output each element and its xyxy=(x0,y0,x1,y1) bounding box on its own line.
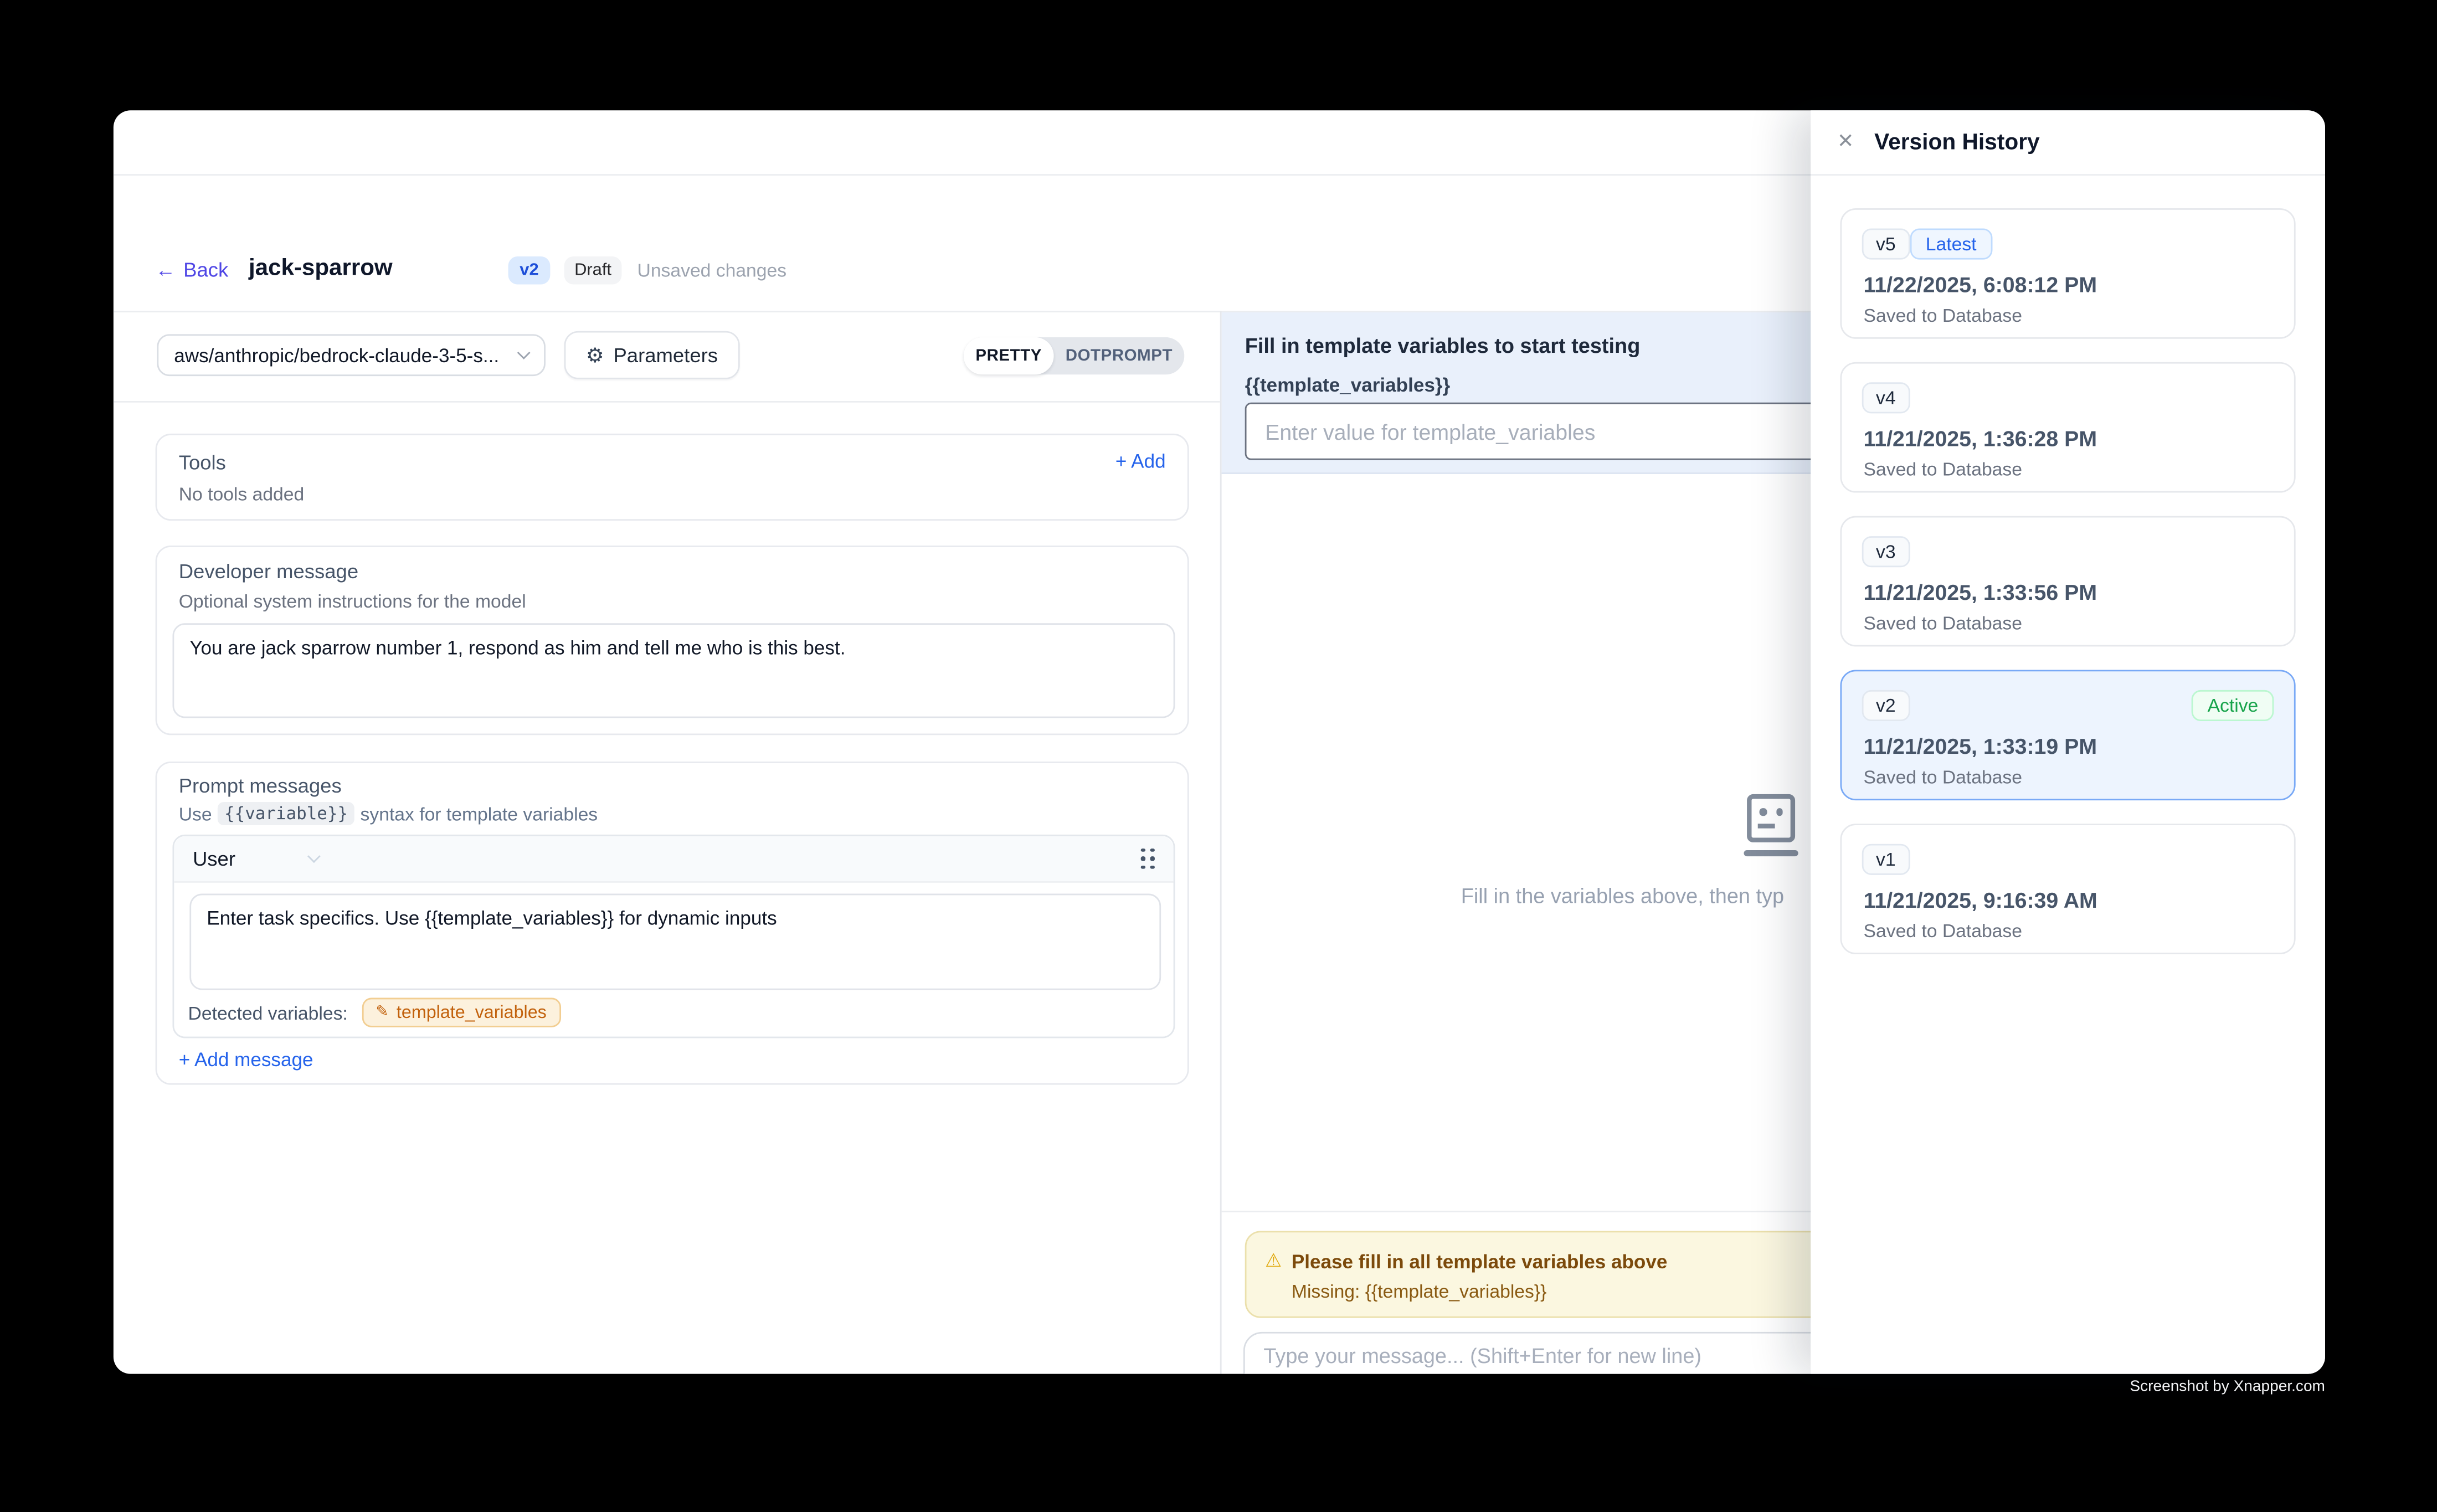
warning-triangle-icon: ⚠ xyxy=(1265,1249,1282,1271)
parameters-button[interactable]: ⚙ Parameters xyxy=(564,331,740,379)
toggle-pretty[interactable]: PRETTY xyxy=(964,337,1054,374)
robot-icon-base xyxy=(1744,850,1798,856)
format-toggle: PRETTY DOTPROMPT xyxy=(964,337,1184,374)
version-date: 11/21/2025, 9:16:39 AM xyxy=(1864,887,2097,912)
version-date: 11/21/2025, 1:36:28 PM xyxy=(1864,426,2097,451)
hint-prefix: Use xyxy=(179,803,212,824)
version-tag: v1 xyxy=(1862,844,1910,875)
add-message-button[interactable]: + Add message xyxy=(179,1049,313,1071)
template-variable-chip[interactable]: ✎ template_variables xyxy=(362,998,561,1027)
empty-state-text: Fill in the variables above, then typ xyxy=(1461,884,1784,908)
developer-message-card: Developer message Optional system instru… xyxy=(156,546,1189,735)
back-arrow-icon: ← xyxy=(156,258,176,281)
version-tag: v2 xyxy=(1862,690,1910,721)
message-block: User Enter task specifics. Use {{templat… xyxy=(172,835,1175,1038)
pencil-icon: ✎ xyxy=(376,1004,389,1021)
prompt-messages-title: Prompt messages xyxy=(179,774,342,797)
unsaved-changes-label: Unsaved changes xyxy=(637,260,787,281)
version-date: 11/21/2025, 1:33:19 PM xyxy=(1864,733,2097,758)
version-history-panel: ✕ Version History v5 Latest 11/22/2025, … xyxy=(1811,110,2325,1374)
version-date: 11/21/2025, 1:33:56 PM xyxy=(1864,580,2097,605)
version-status: Saved to Database xyxy=(1864,305,2022,326)
close-icon[interactable]: ✕ xyxy=(1837,129,1854,154)
back-button[interactable]: ← Back xyxy=(156,258,229,281)
fill-variables-title: Fill in template variables to start test… xyxy=(1245,334,1641,357)
toggle-dotprompt[interactable]: DOTPROMPT xyxy=(1054,337,1185,374)
version-tag: v4 xyxy=(1862,382,1910,413)
draft-badge: Draft xyxy=(564,256,622,285)
developer-message-textarea[interactable]: You are jack sparrow number 1, respond a… xyxy=(172,623,1175,718)
version-date: 11/22/2025, 6:08:12 PM xyxy=(1864,272,2097,297)
version-tag: v3 xyxy=(1862,536,1910,567)
developer-message-subtitle: Optional system instructions for the mod… xyxy=(179,590,526,612)
model-select[interactable]: aws/anthropic/bedrock-claude-3-5-s... xyxy=(157,334,546,376)
chevron-down-icon xyxy=(308,850,321,863)
role-select-value[interactable]: User xyxy=(193,847,235,870)
tools-title: Tools xyxy=(179,451,226,474)
model-select-value: aws/anthropic/bedrock-claude-3-5-s... xyxy=(174,344,510,366)
robot-icon xyxy=(1747,794,1795,842)
template-variable-name: template_variables xyxy=(397,1003,547,1022)
tools-empty-label: No tools added xyxy=(179,484,305,505)
version-item-v4[interactable]: v4 11/21/2025, 1:36:28 PM Saved to Datab… xyxy=(1840,362,2295,493)
template-variable-label: {{template_variables}} xyxy=(1245,374,1450,396)
hint-suffix: syntax for template variables xyxy=(361,803,598,824)
version-status: Saved to Database xyxy=(1864,920,2022,942)
prompt-messages-card: Prompt messages Use {{variable}} syntax … xyxy=(156,762,1189,1085)
version-item-v5[interactable]: v5 Latest 11/22/2025, 6:08:12 PM Saved t… xyxy=(1840,208,2295,339)
add-tool-button[interactable]: + Add xyxy=(1115,451,1166,472)
active-badge: Active xyxy=(2192,690,2274,721)
version-item-v1[interactable]: v1 11/21/2025, 9:16:39 AM Saved to Datab… xyxy=(1840,824,2295,954)
parameters-label: Parameters xyxy=(613,343,718,367)
divider xyxy=(114,401,1220,403)
tools-card: Tools + Add No tools added xyxy=(156,434,1189,521)
variable-syntax-hint: Use {{variable}} syntax for template var… xyxy=(179,802,598,825)
version-tag: v5 xyxy=(1862,228,1910,259)
gear-icon: ⚙ xyxy=(586,345,604,365)
warning-title: Please fill in all template variables ab… xyxy=(1292,1251,1667,1273)
version-item-v2-active[interactable]: v2 Active 11/21/2025, 1:33:19 PM Saved t… xyxy=(1840,670,2295,800)
version-history-title: Version History xyxy=(1874,131,2040,156)
latest-badge: Latest xyxy=(1910,228,1992,259)
version-badge: v2 xyxy=(508,256,551,285)
watermark: Screenshot by Xnapper.com xyxy=(2130,1379,2325,1396)
drag-handle-icon[interactable] xyxy=(1141,848,1155,869)
page-title: jack-sparrow xyxy=(249,255,393,281)
version-history-header: ✕ Version History xyxy=(1811,110,2325,176)
back-label: Back xyxy=(183,258,228,281)
version-status: Saved to Database xyxy=(1864,766,2022,788)
detected-variables-row: Detected variables: ✎ template_variables xyxy=(188,998,561,1027)
detected-variables-label: Detected variables: xyxy=(188,1002,348,1024)
stage: ← Back jack-sparrow v2 Draft Unsaved cha… xyxy=(0,0,2437,1512)
message-role-header[interactable]: User xyxy=(174,836,1173,883)
developer-message-title: Developer message xyxy=(179,559,358,583)
warning-missing-text: Missing: {{template_variables}} xyxy=(1292,1280,1547,1302)
prompt-message-textarea[interactable]: Enter task specifics. Use {{template_var… xyxy=(189,894,1161,990)
chevron-down-icon xyxy=(517,346,531,359)
variable-code-chip: {{variable}} xyxy=(218,802,354,825)
version-item-v3[interactable]: v3 11/21/2025, 1:33:56 PM Saved to Datab… xyxy=(1840,516,2295,647)
version-status: Saved to Database xyxy=(1864,613,2022,634)
version-status: Saved to Database xyxy=(1864,459,2022,480)
